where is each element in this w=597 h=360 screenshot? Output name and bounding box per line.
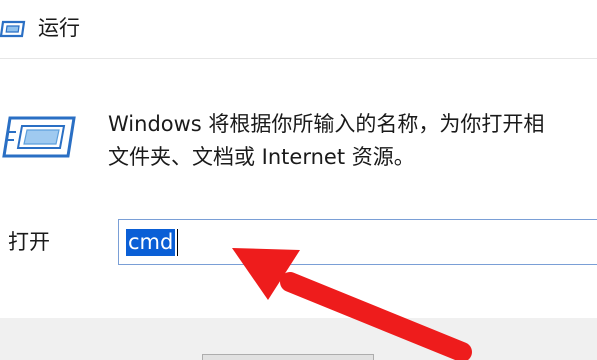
run-app-icon bbox=[0, 20, 26, 38]
description-line-2: 文件夹、文档或 Internet 资源。 bbox=[108, 145, 415, 169]
description-line-1: Windows 将根据你所输入的名称，为你打开相 bbox=[108, 112, 545, 136]
open-input-value[interactable]: cmd bbox=[126, 229, 176, 256]
run-app-icon bbox=[2, 116, 76, 158]
dialog-description: Windows 将根据你所输入的名称，为你打开相 文件夹、文档或 Interne… bbox=[108, 108, 597, 174]
open-field-label: 打开 bbox=[8, 230, 50, 254]
ok-button[interactable] bbox=[202, 354, 374, 360]
open-input[interactable]: cmd bbox=[118, 219, 597, 265]
title-bar: 运行 bbox=[0, 0, 597, 59]
text-caret bbox=[177, 229, 178, 256]
window-title: 运行 bbox=[38, 16, 80, 40]
run-dialog: 运行 Windows 将根据你所输入的名称，为你打开相 文件夹、文档或 Inte… bbox=[0, 0, 597, 360]
